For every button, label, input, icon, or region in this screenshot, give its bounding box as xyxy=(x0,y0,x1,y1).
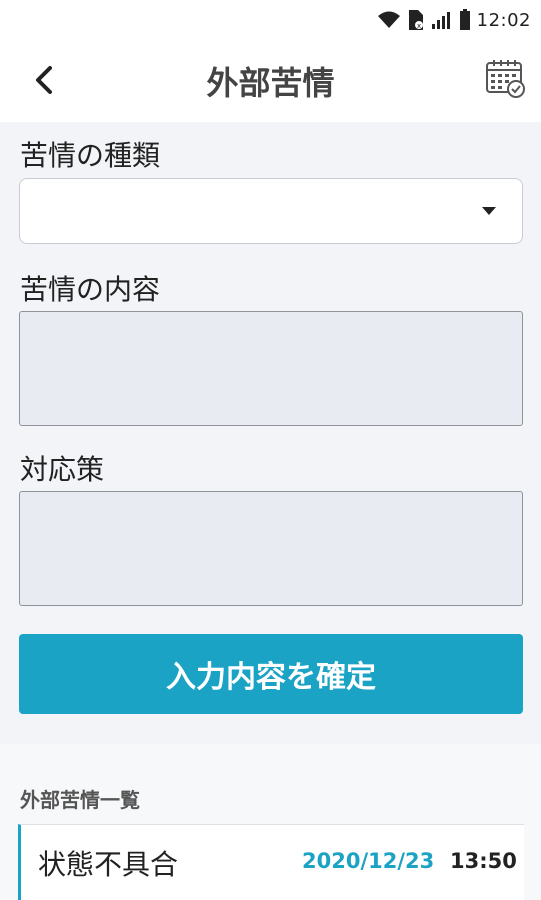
status-time: 12:02 xyxy=(476,9,531,31)
battery-icon xyxy=(459,9,471,31)
app-header: 外部苦情 xyxy=(0,40,541,122)
item-time: 13:50 xyxy=(450,849,517,873)
sim-icon: x xyxy=(407,9,425,31)
list-heading: 外部苦情一覧 xyxy=(20,788,140,812)
complaint-list-section: 外部苦情一覧 状態不具合 2020/12/23 13:50 xyxy=(0,744,541,900)
calendar-button[interactable] xyxy=(483,58,527,102)
calendar-check-icon xyxy=(484,58,526,102)
item-date: 2020/12/23 xyxy=(302,849,435,873)
countermeasure-textarea[interactable] xyxy=(19,491,523,606)
countermeasure-label: 対応策 xyxy=(20,453,105,486)
status-bar: x 12:02 xyxy=(0,0,541,40)
page-title: 外部苦情 xyxy=(206,64,335,102)
list-item[interactable]: 状態不具合 2020/12/23 13:50 xyxy=(18,824,524,900)
complaint-form: 苦情の種類 苦情の内容 対応策 入力内容を確定 xyxy=(0,122,541,744)
complaint-content-textarea[interactable] xyxy=(19,311,523,426)
item-title: 状態不具合 xyxy=(38,848,179,881)
complaint-type-label: 苦情の種類 xyxy=(20,139,161,172)
confirm-button[interactable]: 入力内容を確定 xyxy=(19,634,523,714)
svg-text:x: x xyxy=(417,22,421,30)
complaint-type-select[interactable] xyxy=(19,178,523,244)
caret-down-icon xyxy=(482,207,496,215)
signal-icon xyxy=(431,10,453,30)
wifi-icon xyxy=(377,10,401,30)
complaint-content-label: 苦情の内容 xyxy=(20,273,161,306)
